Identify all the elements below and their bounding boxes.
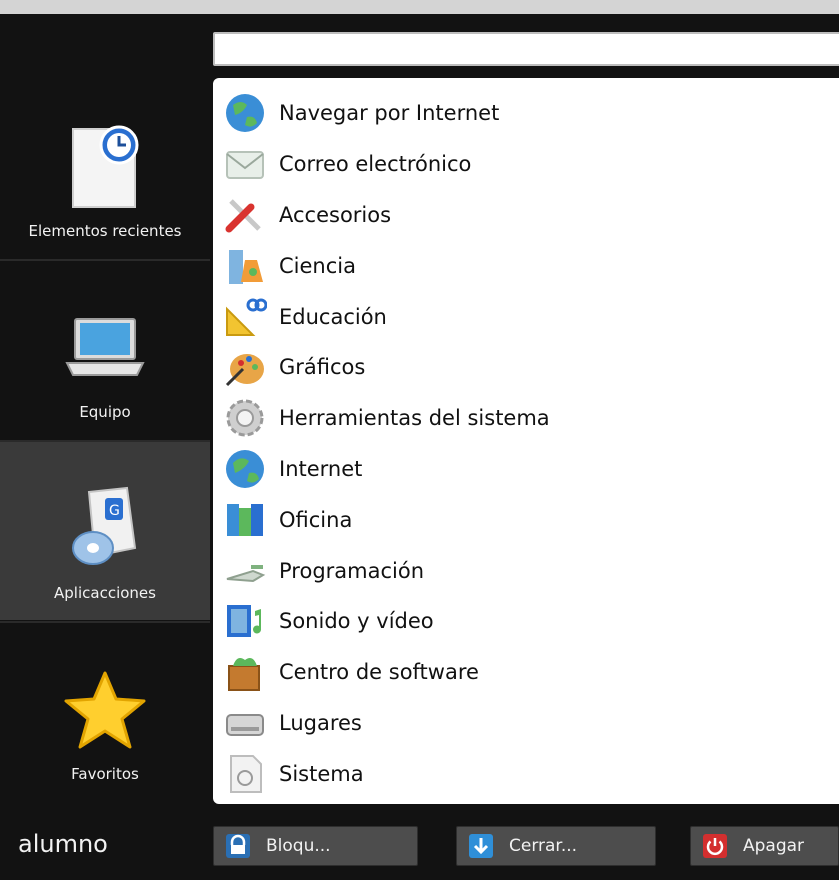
shutdown-label: Apagar: [743, 836, 805, 856]
app-item-graphics[interactable]: Gráficos: [221, 342, 839, 393]
app-item-software-center[interactable]: Centro de software: [221, 647, 839, 698]
app-item-label: Oficina: [279, 507, 353, 532]
app-item-label: Programación: [279, 558, 425, 583]
app-item-office[interactable]: Oficina: [221, 494, 839, 545]
sidebar-item-favorites[interactable]: Favoritos: [0, 623, 210, 801]
bottom-bar: alumno Bloqu... Cerrar... Apagar: [0, 806, 839, 880]
app-item-label: Gráficos: [279, 355, 366, 380]
search-input[interactable]: [213, 32, 839, 66]
app-item-label: Accesorios: [279, 202, 392, 227]
app-list: Navegar por Internet Correo electrónico …: [221, 88, 839, 799]
app-item-label: Navegar por Internet: [279, 101, 500, 126]
app-item-internet[interactable]: Internet: [221, 444, 839, 495]
applications-icon: G: [60, 484, 150, 574]
app-item-science[interactable]: Ciencia: [221, 240, 839, 291]
applications-panel: Navegar por Internet Correo electrónico …: [213, 78, 839, 804]
sidebar-item-label: Favoritos: [71, 765, 139, 783]
sidebar-item-label: Equipo: [79, 403, 131, 421]
app-item-label: Correo electrónico: [279, 152, 472, 177]
internet-icon: [221, 446, 269, 492]
sidebar-item-applications[interactable]: G Aplicacciones: [0, 442, 210, 620]
office-icon: [221, 497, 269, 543]
app-item-label: Internet: [279, 456, 363, 481]
graphics-icon: [221, 344, 269, 390]
app-item-label: Educación: [279, 304, 387, 329]
app-item-label: Sonido y vídeo: [279, 609, 434, 634]
science-icon: [221, 243, 269, 289]
sound-video-icon: [221, 598, 269, 644]
app-item-accessories[interactable]: Accesorios: [221, 190, 839, 241]
app-item-places[interactable]: Lugares: [221, 698, 839, 749]
top-bar: [0, 0, 839, 14]
accessories-icon: [221, 192, 269, 238]
system-icon: [221, 751, 269, 797]
app-item-education[interactable]: Educación: [221, 291, 839, 342]
programming-icon: [221, 548, 269, 594]
svg-text:G: G: [109, 503, 120, 519]
mail-icon: [221, 141, 269, 187]
lock-button[interactable]: Bloqu...: [213, 826, 418, 866]
app-item-sound-video[interactable]: Sonido y vídeo: [221, 596, 839, 647]
lock-icon: [224, 832, 252, 860]
software-center-icon: [221, 649, 269, 695]
sidebar-item-recent[interactable]: Elementos recientes: [0, 80, 210, 258]
sidebar-item-label: Elementos recientes: [28, 222, 182, 240]
places-icon: [221, 700, 269, 746]
lock-label: Bloqu...: [266, 836, 331, 856]
app-item-system-tools[interactable]: Herramientas del sistema: [221, 393, 839, 444]
laptop-icon: [60, 303, 150, 393]
power-icon: [701, 832, 729, 860]
web-browser-icon: [221, 90, 269, 136]
logout-label: Cerrar...: [509, 836, 578, 856]
app-item-label: Ciencia: [279, 253, 356, 278]
app-item-mail[interactable]: Correo electrónico: [221, 139, 839, 190]
app-item-label: Sistema: [279, 761, 364, 786]
username: alumno: [18, 830, 108, 858]
sidebar-item-computer[interactable]: Equipo: [0, 261, 210, 439]
app-item-web-browser[interactable]: Navegar por Internet: [221, 88, 839, 139]
logout-icon: [467, 832, 495, 860]
sidebar-item-label: Aplicacciones: [54, 584, 156, 602]
app-item-programming[interactable]: Programación: [221, 545, 839, 596]
logout-button[interactable]: Cerrar...: [456, 826, 656, 866]
system-tools-icon: [221, 395, 269, 441]
shutdown-button[interactable]: Apagar: [690, 826, 839, 866]
star-icon: [60, 665, 150, 755]
education-icon: [221, 294, 269, 340]
recent-documents-icon: [60, 122, 150, 212]
app-item-label: Lugares: [279, 710, 362, 735]
app-item-system[interactable]: Sistema: [221, 748, 839, 799]
app-item-label: Centro de software: [279, 660, 479, 685]
app-item-label: Herramientas del sistema: [279, 406, 550, 431]
